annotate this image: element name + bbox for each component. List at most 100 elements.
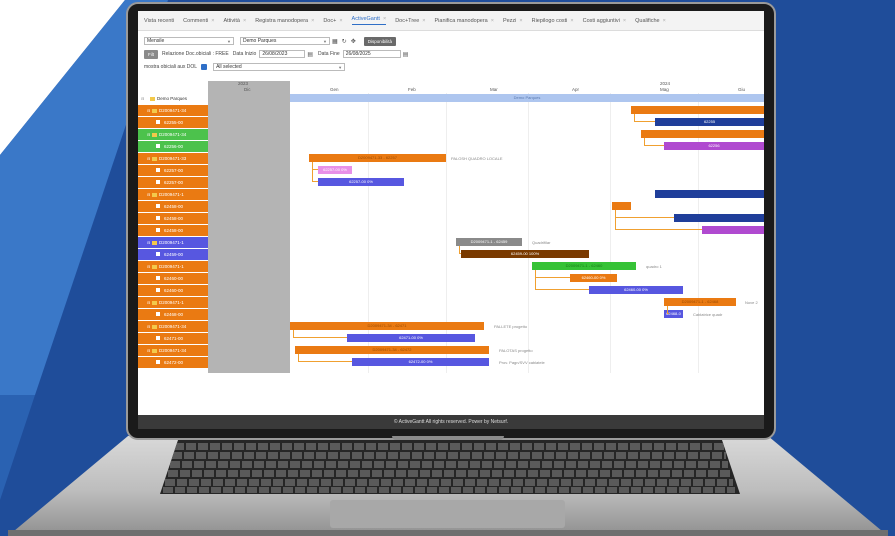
tab-label: Riepilogo costi bbox=[531, 17, 568, 24]
gantt-row-parent[interactable]: ⊟ D2009471-1 bbox=[138, 189, 208, 200]
month-header-2: Feb bbox=[408, 87, 416, 92]
collapse-icon[interactable]: ⊟ bbox=[147, 345, 150, 356]
tab-2[interactable]: Attività × bbox=[223, 18, 246, 24]
gantt-row-child[interactable]: 62460-00 bbox=[138, 273, 208, 284]
collapse-icon[interactable]: ⊟ bbox=[141, 93, 144, 104]
gantt-bar[interactable]: D2009471-1 - 62459 bbox=[456, 238, 522, 246]
collapse-icon[interactable]: ⊟ bbox=[147, 237, 150, 248]
gantt-bar[interactable]: 62257-00 0% bbox=[318, 166, 352, 174]
tab-label: Registra manodopera bbox=[255, 17, 309, 24]
tab-close-icon[interactable]: × bbox=[311, 18, 314, 24]
gantt-row-child[interactable]: 62458-00 bbox=[138, 213, 208, 224]
gantt-bar[interactable]: 62255 bbox=[655, 118, 764, 126]
gantt-row-child[interactable]: 62472-00 bbox=[138, 357, 208, 368]
gantt-row-parent[interactable]: ⊟ D2009471-34 bbox=[138, 129, 208, 140]
mode-select[interactable]: Mensile ▼ bbox=[144, 37, 234, 45]
tab-label: Pianifica manodopera bbox=[434, 17, 488, 24]
tab-close-icon[interactable]: × bbox=[663, 18, 666, 24]
gantt-row-child[interactable]: 62255-00 bbox=[138, 117, 208, 128]
gantt-row-child[interactable]: 62257-00 bbox=[138, 177, 208, 188]
gantt-row-parent[interactable]: ⊟ D2009471-34 bbox=[138, 105, 208, 116]
gantt-row-parent[interactable]: ⊟ D2009471-34 bbox=[138, 321, 208, 332]
tab-close-icon[interactable]: × bbox=[623, 18, 626, 24]
collapse-icon[interactable]: ⊟ bbox=[147, 153, 150, 164]
row-label: 62468-00 bbox=[164, 312, 184, 317]
gantt-row-child[interactable]: 62471-00 bbox=[138, 333, 208, 344]
dependency-connector bbox=[293, 330, 347, 338]
tab-1[interactable]: Commenti × bbox=[183, 18, 214, 24]
tab-close-icon[interactable]: × bbox=[339, 18, 342, 24]
tab-9[interactable]: Riepilogo costi × bbox=[532, 18, 574, 24]
gantt-bar[interactable]: 62459-00 100% bbox=[461, 250, 589, 258]
gantt-bar[interactable]: D2009471-1 - 62460 bbox=[532, 262, 636, 270]
tab-6[interactable]: Doc+Tree × bbox=[395, 18, 425, 24]
settings-icon[interactable]: ✥ bbox=[351, 38, 356, 45]
date-picker-icon[interactable]: ▤ bbox=[307, 51, 313, 58]
gantt-bar[interactable]: D2009471-34 - 62472 bbox=[295, 346, 489, 354]
gantt-bar[interactable] bbox=[612, 202, 631, 210]
tab-7[interactable]: Pianifica manodopera × bbox=[435, 18, 494, 24]
gantt-row-child[interactable]: 62458-00 bbox=[138, 201, 208, 212]
collapse-icon[interactable]: ⊟ bbox=[147, 105, 150, 116]
collapse-icon[interactable]: ⊟ bbox=[147, 297, 150, 308]
disponibilita-button[interactable]: Disponibilità bbox=[363, 36, 396, 46]
gantt-row-parent[interactable]: ⊟ D2009471-1 bbox=[138, 297, 208, 308]
gantt-bar[interactable]: 62257-00 0% bbox=[318, 178, 404, 186]
collapse-icon[interactable]: ⊟ bbox=[147, 129, 150, 140]
data-inizio-input[interactable]: 26/08/2023 bbox=[259, 50, 306, 58]
gantt-row-root[interactable]: ⊟ Demo Parques bbox=[138, 93, 208, 104]
gantt-bar[interactable]: D2009471-34 - 62471 bbox=[290, 322, 484, 330]
tab-4[interactable]: Doc+ × bbox=[323, 18, 342, 24]
month-header-3: Mar bbox=[490, 87, 498, 92]
toolbar-row-1: Mensile ▼ Demo Parques ▼ ▦ ↻ ✥ Disponibili… bbox=[144, 36, 754, 46]
collapse-icon[interactable]: ⊟ bbox=[147, 321, 150, 332]
gantt-bar[interactable]: 62471-00 0% bbox=[347, 334, 475, 342]
tab-close-icon[interactable]: × bbox=[383, 16, 386, 22]
tab-close-icon[interactable]: × bbox=[211, 18, 214, 24]
gantt-row-child[interactable]: 62459-00 bbox=[138, 249, 208, 260]
bar-side-label: Prov. Pagn/SVV cablatele bbox=[499, 360, 545, 365]
filter-button[interactable]: Filt bbox=[144, 49, 158, 59]
laptop-keyboard bbox=[160, 440, 740, 494]
gantt-bar[interactable]: 62472-00 0% bbox=[352, 358, 489, 366]
gantt-bar[interactable]: Demo Parques bbox=[290, 94, 764, 102]
gantt-bar[interactable]: 62460-00 0% bbox=[589, 286, 683, 294]
document-icon bbox=[156, 120, 160, 124]
calendar-icon[interactable]: ▦ bbox=[332, 38, 338, 45]
tab-3[interactable]: Registra manodopera × bbox=[255, 18, 314, 24]
tab-close-icon[interactable]: × bbox=[422, 18, 425, 24]
collapse-icon[interactable]: ⊟ bbox=[147, 189, 150, 200]
tab-0[interactable]: Vista recenti bbox=[144, 18, 174, 24]
gantt-row-child[interactable]: 62257-00 bbox=[138, 165, 208, 176]
gantt-bar[interactable] bbox=[631, 106, 764, 114]
gantt-row-parent[interactable]: ⊟ D2009471-1 bbox=[138, 237, 208, 248]
gantt-row-child[interactable]: 62256-00 bbox=[138, 141, 208, 152]
tab-close-icon[interactable]: × bbox=[570, 18, 573, 24]
tab-close-icon[interactable]: × bbox=[519, 18, 522, 24]
gantt-bar[interactable] bbox=[641, 130, 764, 138]
tab-close-icon[interactable]: × bbox=[491, 18, 494, 24]
project-select[interactable]: Demo Parques ▼ bbox=[240, 37, 330, 45]
gantt-bar[interactable]: D2009471-33 - 62257 bbox=[309, 154, 446, 162]
data-fine-input[interactable]: 26/08/2025 bbox=[342, 50, 401, 58]
gantt-row-parent[interactable]: ⊟ D2009471-34 bbox=[138, 345, 208, 356]
gantt-bar[interactable]: D2009471-1 - 62468 bbox=[664, 298, 736, 306]
gantt-row-child[interactable]: 62468-00 bbox=[138, 309, 208, 320]
tab-8[interactable]: Pezzi × bbox=[503, 18, 523, 24]
tab-close-icon[interactable]: × bbox=[243, 18, 246, 24]
gantt-bar[interactable]: 62256 bbox=[664, 142, 764, 150]
collapse-icon[interactable]: ⊟ bbox=[147, 261, 150, 272]
gantt-row-parent[interactable]: ⊟ D2009471-33 bbox=[138, 153, 208, 164]
gantt-bar[interactable] bbox=[702, 226, 764, 234]
tab-5[interactable]: ActiveGantt × bbox=[351, 16, 387, 25]
gantt-bar[interactable] bbox=[655, 190, 764, 198]
gantt-row-child[interactable]: 62458-00 bbox=[138, 225, 208, 236]
all-selected-select[interactable]: All selected ▼ bbox=[213, 63, 346, 71]
mostra-checkbox[interactable] bbox=[201, 64, 208, 70]
gantt-row-parent[interactable]: ⊟ D2009471-1 bbox=[138, 261, 208, 272]
tab-10[interactable]: Costi aggiuntivi × bbox=[583, 18, 627, 24]
gantt-row-child[interactable]: 62460-00 bbox=[138, 285, 208, 296]
date-picker-icon-2[interactable]: ▤ bbox=[403, 51, 409, 58]
tab-11[interactable]: Qualifiche × bbox=[635, 18, 666, 24]
refresh-icon[interactable]: ↻ bbox=[342, 38, 347, 45]
